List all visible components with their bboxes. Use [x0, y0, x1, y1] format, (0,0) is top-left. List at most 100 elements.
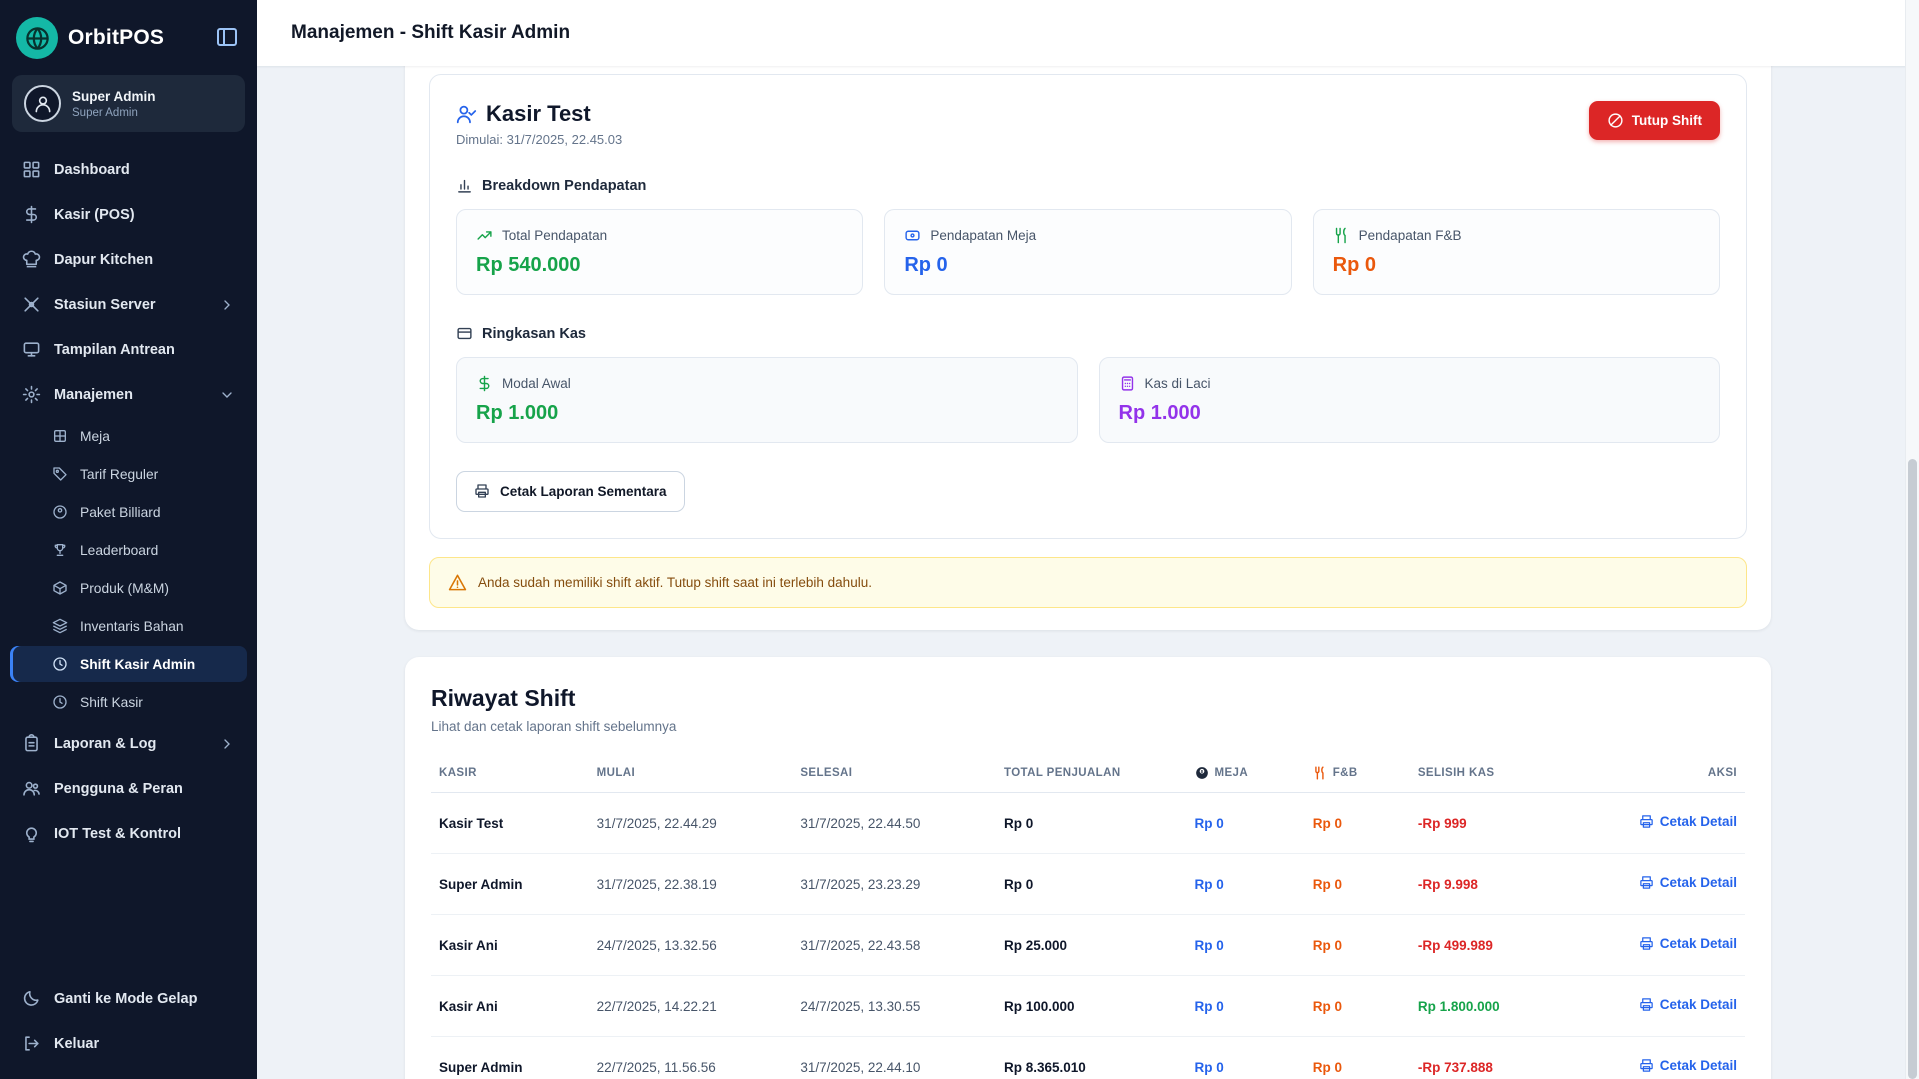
logout-button[interactable]: Keluar — [10, 1022, 247, 1065]
cell-selesai: 31/7/2025, 22.44.50 — [792, 793, 996, 854]
billiard-ball-icon — [52, 504, 68, 520]
cash-stats: Modal Awal Rp 1.000 Kas di Laci Rp 1.000 — [456, 357, 1720, 443]
dark-mode-toggle[interactable]: Ganti ke Mode Gelap — [10, 977, 247, 1020]
sidebar-item-dapur-kitchen[interactable]: Dapur Kitchen — [10, 238, 247, 281]
sidebar-item-inventaris-bahan[interactable]: Inventaris Bahan — [10, 608, 247, 644]
sidebar-item-produk-mm[interactable]: Produk (M&M) — [10, 570, 247, 606]
table-header-row: KASIR MULAI SELESAI TOTAL PENJUALAN 8MEJ… — [431, 754, 1745, 793]
shift-start-time: Dimulai: 31/7/2025, 22.45.03 — [456, 132, 1720, 147]
cell-selesai: 24/7/2025, 13.30.55 — [792, 976, 996, 1037]
chevron-down-icon — [219, 387, 235, 403]
printer-icon — [1639, 814, 1654, 829]
stat-value: Rp 540.000 — [476, 254, 843, 277]
sidebar-item-label: Kasir (POS) — [54, 207, 135, 223]
cetak-detail-link[interactable]: Cetak Detail — [1639, 814, 1737, 829]
cell-mulai: 31/7/2025, 22.38.19 — [589, 854, 793, 915]
cell-meja: Rp 0 — [1187, 793, 1305, 854]
cell-meja: Rp 0 — [1187, 1037, 1305, 1079]
sidebar-item-iot-test-kontrol[interactable]: IOT Test & Kontrol — [10, 812, 247, 855]
col-meja: 8MEJA — [1187, 754, 1305, 793]
sidebar-item-pengguna-peran[interactable]: Pengguna & Peran — [10, 767, 247, 810]
table-row: Super Admin 22/7/2025, 11.56.56 31/7/202… — [431, 1037, 1745, 1079]
trophy-icon — [52, 542, 68, 558]
cell-meja: Rp 0 — [1187, 915, 1305, 976]
sidebar-item-tarif-reguler[interactable]: Tarif Reguler — [10, 456, 247, 492]
table-grid-icon — [52, 428, 68, 444]
col-selesai: SELESAI — [792, 754, 996, 793]
stat-pendapatan-meja: Pendapatan Meja Rp 0 — [884, 209, 1291, 295]
col-aksi: AKSI — [1607, 754, 1745, 793]
cetak-detail-link[interactable]: Cetak Detail — [1639, 1058, 1737, 1073]
cell-total: Rp 100.000 — [996, 976, 1187, 1037]
sidebar-item-label: Manajemen — [54, 387, 133, 403]
billiard-8ball-icon: 8 — [1195, 766, 1209, 780]
dollar-icon — [22, 205, 41, 224]
utensils-icon — [1333, 227, 1350, 244]
sidebar-item-meja[interactable]: Meja — [10, 418, 247, 454]
tag-icon — [52, 466, 68, 482]
sidebar-item-kasir-pos[interactable]: Kasir (POS) — [10, 193, 247, 236]
table-row: Super Admin 31/7/2025, 22.38.19 31/7/202… — [431, 854, 1745, 915]
cell-selisih: -Rp 9.998 — [1410, 854, 1607, 915]
cell-fnb: Rp 0 — [1305, 854, 1410, 915]
sidebar-item-shift-kasir[interactable]: Shift Kasir — [10, 684, 247, 720]
sidebar-item-label: Keluar — [54, 1036, 99, 1052]
cetak-detail-link[interactable]: Cetak Detail — [1639, 997, 1737, 1012]
sidebar-item-label: Leaderboard — [80, 543, 158, 558]
sidebar-footer: Ganti ke Mode Gelap Keluar — [0, 975, 257, 1079]
cell-mulai: 22/7/2025, 14.22.21 — [589, 976, 793, 1037]
sidebar-item-label: Shift Kasir Admin — [80, 657, 195, 672]
close-shift-label: Tutup Shift — [1632, 113, 1702, 128]
sidebar-item-manajemen[interactable]: Manajemen — [10, 373, 247, 416]
cell-meja: Rp 0 — [1187, 976, 1305, 1037]
sidebar-item-label: Tarif Reguler — [80, 467, 158, 482]
moon-icon — [22, 989, 41, 1008]
content-scroll-area[interactable]: Kasir Test Dimulai: 31/7/2025, 22.45.03 … — [257, 66, 1919, 1079]
wallet-icon — [456, 325, 473, 342]
active-shift-card: Kasir Test Dimulai: 31/7/2025, 22.45.03 … — [405, 66, 1771, 630]
breakdown-section-title: Breakdown Pendapatan — [456, 177, 1720, 194]
sidebar: OrbitPOS Super Admin Super Admin Dashboa… — [0, 0, 257, 1079]
shift-detail-panel: Kasir Test Dimulai: 31/7/2025, 22.45.03 … — [429, 74, 1747, 539]
panel-collapse-icon — [215, 25, 239, 52]
sidebar-item-dashboard[interactable]: Dashboard — [10, 148, 247, 191]
chevron-right-icon — [219, 736, 235, 752]
sidebar-item-leaderboard[interactable]: Leaderboard — [10, 532, 247, 568]
circle-slash-icon — [1607, 112, 1624, 129]
sidebar-item-paket-billiard[interactable]: Paket Billiard — [10, 494, 247, 530]
sidebar-item-tampilan-antrean[interactable]: Tampilan Antrean — [10, 328, 247, 371]
cell-total: Rp 0 — [996, 793, 1187, 854]
print-interim-report-button[interactable]: Cetak Laporan Sementara — [456, 471, 685, 512]
active-shift-warning: Anda sudah memiliki shift aktif. Tutup s… — [429, 557, 1747, 608]
page-scrollbar[interactable] — [1905, 0, 1919, 1079]
cell-mulai: 31/7/2025, 22.44.29 — [589, 793, 793, 854]
sidebar-item-laporan-log[interactable]: Laporan & Log — [10, 722, 247, 765]
cell-selisih: -Rp 499.989 — [1410, 915, 1607, 976]
cetak-detail-link[interactable]: Cetak Detail — [1639, 875, 1737, 890]
sidebar-item-label: Stasiun Server — [54, 297, 156, 313]
sidebar-item-stasiun-server[interactable]: Stasiun Server — [10, 283, 247, 326]
table-row: Kasir Ani 22/7/2025, 14.22.21 24/7/2025,… — [431, 976, 1745, 1037]
warning-triangle-icon — [448, 573, 467, 592]
cell-fnb: Rp 0 — [1305, 976, 1410, 1037]
sidebar-item-label: Paket Billiard — [80, 505, 161, 520]
close-shift-button[interactable]: Tutup Shift — [1589, 101, 1720, 140]
food-icon — [1313, 766, 1327, 780]
printer-icon — [474, 483, 491, 500]
cetak-detail-link[interactable]: Cetak Detail — [1639, 936, 1737, 951]
clipboard-icon — [22, 734, 41, 753]
sidebar-collapse-button[interactable] — [213, 23, 241, 54]
cash-section-title: Ringkasan Kas — [456, 325, 1720, 342]
page-title: Manajemen - Shift Kasir Admin — [291, 22, 570, 44]
stat-pendapatan-fnb: Pendapatan F&B Rp 0 — [1313, 209, 1720, 295]
cell-kasir: Kasir Test — [431, 793, 589, 854]
scrollbar-thumb[interactable] — [1908, 459, 1917, 1079]
sidebar-item-label: Dapur Kitchen — [54, 252, 153, 268]
user-card[interactable]: Super Admin Super Admin — [12, 75, 245, 132]
sidebar-item-shift-kasir-admin[interactable]: Shift Kasir Admin — [10, 646, 247, 682]
cell-mulai: 22/7/2025, 11.56.56 — [589, 1037, 793, 1079]
cell-fnb: Rp 0 — [1305, 1037, 1410, 1079]
crossed-cues-icon — [22, 295, 41, 314]
cell-total: Rp 25.000 — [996, 915, 1187, 976]
cell-fnb: Rp 0 — [1305, 793, 1410, 854]
